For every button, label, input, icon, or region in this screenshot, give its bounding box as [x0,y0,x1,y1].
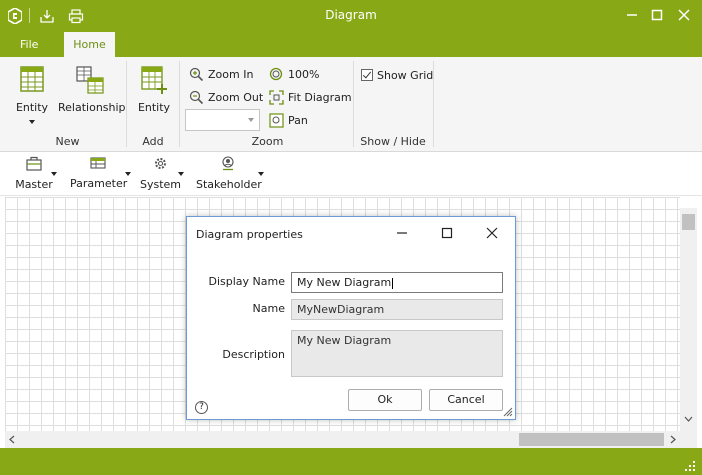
scroll-left-arrow-icon[interactable] [9,435,15,444]
zoom-in-button[interactable]: Zoom In [189,65,253,83]
scroll-down-arrow-icon[interactable] [684,416,693,422]
group-divider [179,61,180,147]
new-relationship-button[interactable]: Relationship [58,65,126,114]
gear-icon [154,158,166,169]
cancel-button[interactable]: Cancel [429,389,503,411]
stakeholder-icon [222,156,234,171]
group-divider [126,61,127,147]
relationship-icon [76,66,104,94]
group-divider [353,61,354,147]
fit-diagram-label: Fit Diagram [288,90,352,104]
dialog-maximize-icon[interactable] [437,224,457,242]
show-grid-label: Show Grid [377,68,434,82]
chevron-down-icon [248,118,254,122]
new-relationship-label: Relationship [58,101,126,114]
horizontal-scroll-thumb[interactable] [519,433,664,446]
group-label-add: Add [142,135,164,148]
chevron-down-icon[interactable] [178,172,184,176]
dialog-resize-grip-icon[interactable] [503,407,513,417]
toolbar-system-button[interactable]: System [140,156,182,191]
scroll-right-arrow-icon[interactable] [670,435,676,444]
group-label-zoom: Zoom [251,135,284,148]
group-label-show-hide: Show / Hide [360,135,426,148]
title-bar: Diagram [0,0,702,32]
text-cursor [392,277,394,289]
zoom-in-icon [189,67,204,81]
vertical-scroll-thumb[interactable] [682,214,695,230]
display-name-label: Display Name [208,275,286,288]
zoom-100-label: 100% [288,67,320,81]
group-label-new: New [55,135,80,148]
close-icon[interactable] [673,4,695,26]
pan-button[interactable]: Pan [269,111,308,129]
group-divider [433,61,434,147]
help-icon[interactable]: ? [195,401,208,414]
vertical-scrollbar[interactable] [680,208,697,431]
name-field[interactable]: MyNewDiagram [291,299,503,320]
chevron-down-icon[interactable] [125,172,131,176]
ribbon: Entity Relationship New Entity Add Zoom … [0,57,702,152]
toolbar-stakeholder-button[interactable]: Stakeholder [196,156,262,191]
dialog-title: Diagram properties [196,228,303,241]
zoom-100-button[interactable]: 100% [269,65,319,83]
fit-diagram-icon [269,89,284,105]
chevron-down-icon[interactable] [258,172,264,176]
diagram-properties-dialog: Diagram properties Display Name My New D… [186,216,516,420]
add-entity-label: Entity [137,101,171,114]
pan-label: Pan [288,113,308,127]
briefcase-icon [26,156,42,171]
add-entity-icon [141,66,167,94]
zoom-in-label: Zoom In [208,67,254,81]
minimize-icon[interactable] [621,4,643,26]
fit-diagram-button[interactable]: Fit Diagram [269,88,352,106]
add-entity-button[interactable]: Entity [134,65,174,114]
menu-file[interactable]: File [20,38,38,51]
description-field[interactable]: My New Diagram [291,330,503,377]
entity-table-icon [20,66,44,92]
zoom-level-combo[interactable] [185,109,260,131]
menu-home-tab[interactable]: Home [64,32,115,57]
ok-button[interactable]: Ok [348,389,422,411]
show-grid-toggle[interactable]: Show Grid [361,66,433,84]
name-value: MyNewDiagram [297,303,385,316]
zoom-out-button[interactable]: Zoom Out [189,88,263,106]
toolbar-parameter-label: Parameter [70,177,128,190]
parameter-table-icon [90,157,106,169]
display-name-field[interactable]: My New Diagram [291,272,503,293]
description-label: Description [222,348,285,361]
resize-grip-icon[interactable] [684,460,696,472]
description-value: My New Diagram [297,334,392,347]
chevron-down-icon [29,120,35,124]
dialog-minimize-icon[interactable] [392,224,412,242]
toolbar-master-button[interactable]: Master [14,156,54,191]
new-entity-button[interactable]: Entity [12,65,52,124]
element-toolbar: Master Parameter System Stakeholder [0,152,702,196]
display-name-value: My New Diagram [297,276,392,289]
chevron-down-icon[interactable] [51,172,57,176]
toolbar-system-label: System [140,178,182,191]
pan-icon [269,112,284,128]
horizontal-scrollbar[interactable] [5,431,697,448]
toolbar-stakeholder-label: Stakeholder [196,178,262,191]
menu-bar: File Home [0,32,702,57]
toolbar-parameter-button[interactable]: Parameter [70,156,128,190]
zoom-out-icon [189,90,204,104]
toolbar-master-label: Master [15,178,53,191]
show-grid-checkbox[interactable] [361,69,373,81]
zoom-out-label: Zoom Out [208,90,264,104]
status-bar [0,448,702,475]
maximize-icon[interactable] [646,4,668,26]
window-title: Diagram [325,8,377,22]
name-label: Name [252,302,285,315]
new-entity-label: Entity [15,101,49,114]
zoom-actual-size-icon [269,67,283,80]
dialog-close-icon[interactable] [482,224,502,242]
